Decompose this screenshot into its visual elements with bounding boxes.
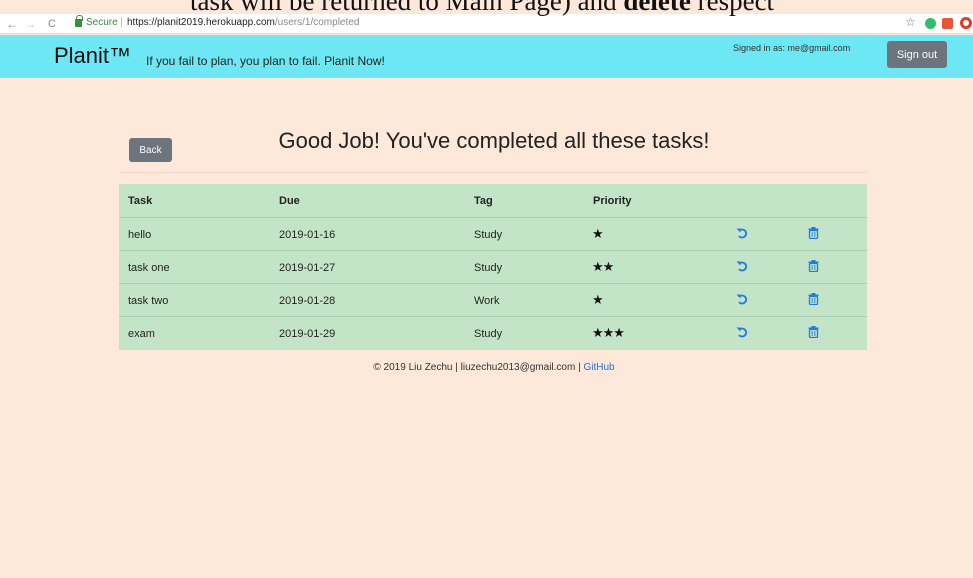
back-button[interactable]: Back xyxy=(129,138,172,162)
caption-bold: delete xyxy=(623,0,691,16)
task-name: task two xyxy=(128,295,169,307)
header-tag: Tag xyxy=(474,195,493,207)
table-row: task two 2019-01-28 Work ★ xyxy=(119,284,867,317)
restore-icon[interactable] xyxy=(736,227,748,239)
completed-tasks-table: Task Due Tag Priority hello 2019-01-16 S… xyxy=(119,184,867,350)
url-path: /users/1/completed xyxy=(274,17,360,28)
bookmark-star-icon[interactable]: ☆ xyxy=(905,15,916,29)
github-link[interactable]: GitHub xyxy=(583,362,614,373)
priority-stars: ★★ xyxy=(592,259,614,274)
trash-icon[interactable] xyxy=(808,260,819,272)
footer: © 2019 Liu Zechu | liuzechu2013@gmail.co… xyxy=(0,362,973,373)
browser-toolbar: ← → C Secure | https://planit2019.heroku… xyxy=(0,14,973,34)
priority-stars: ★ xyxy=(592,226,604,241)
table-row: exam 2019-01-29 Study ★★★ xyxy=(119,317,867,350)
back-arrow-icon[interactable]: ← xyxy=(6,15,18,33)
task-tag: Study xyxy=(474,229,503,241)
restore-icon[interactable] xyxy=(736,260,748,272)
overlay-caption: task will be returned to Main Page) and … xyxy=(190,0,774,17)
tagline: If you fail to plan, you plan to fail. P… xyxy=(146,54,385,68)
header-due: Due xyxy=(279,195,300,207)
trash-icon[interactable] xyxy=(808,227,819,239)
secure-label: Secure xyxy=(86,17,118,28)
restore-icon[interactable] xyxy=(736,293,748,305)
lock-icon xyxy=(75,15,83,27)
task-name: task one xyxy=(128,262,170,274)
forward-arrow-icon[interactable]: → xyxy=(24,15,36,33)
header-priority: Priority xyxy=(593,195,632,207)
signed-in-label: Signed in as: me@gmail.com xyxy=(733,43,851,53)
app-window: task will be returned to Main Page) and … xyxy=(0,0,973,578)
task-due: 2019-01-28 xyxy=(279,295,336,307)
extension-opera-icon[interactable] xyxy=(960,17,972,29)
address-bar[interactable]: https://planit2019.herokuapp.com/users/1… xyxy=(127,17,359,28)
reload-icon[interactable]: C xyxy=(48,15,56,33)
trash-icon[interactable] xyxy=(808,326,819,338)
task-tag: Study xyxy=(474,262,503,274)
trash-icon[interactable] xyxy=(808,293,819,305)
priority-stars: ★★★ xyxy=(592,325,625,340)
navbar: Planit™ If you fail to plan, you plan to… xyxy=(0,35,973,78)
sign-out-button[interactable]: Sign out xyxy=(887,41,947,68)
task-due: 2019-01-27 xyxy=(279,262,336,274)
task-tag: Study xyxy=(474,328,503,340)
caption-tail: respect xyxy=(690,0,775,16)
table-header-row: Task Due Tag Priority xyxy=(119,184,867,218)
caption-text: task will be returned to Main Page) and xyxy=(190,0,624,16)
brand-logo[interactable]: Planit™ xyxy=(54,43,131,69)
url-host: https://planit2019.herokuapp.com xyxy=(127,17,275,28)
header-task: Task xyxy=(128,195,153,207)
table-row: hello 2019-01-16 Study ★ xyxy=(119,218,867,251)
divider xyxy=(119,172,867,173)
extension-red-icon[interactable] xyxy=(942,18,953,29)
task-due: 2019-01-16 xyxy=(279,229,336,241)
task-tag: Work xyxy=(474,295,500,307)
table-row: task one 2019-01-27 Study ★★ xyxy=(119,251,867,284)
url-separator: | xyxy=(120,16,123,28)
task-name: exam xyxy=(128,328,155,340)
task-name: hello xyxy=(128,229,152,241)
footer-text: © 2019 Liu Zechu | liuzechu2013@gmail.co… xyxy=(373,362,584,373)
extension-green-icon[interactable] xyxy=(925,18,936,29)
priority-stars: ★ xyxy=(592,292,604,307)
restore-icon[interactable] xyxy=(736,326,748,338)
task-due: 2019-01-29 xyxy=(279,328,336,340)
